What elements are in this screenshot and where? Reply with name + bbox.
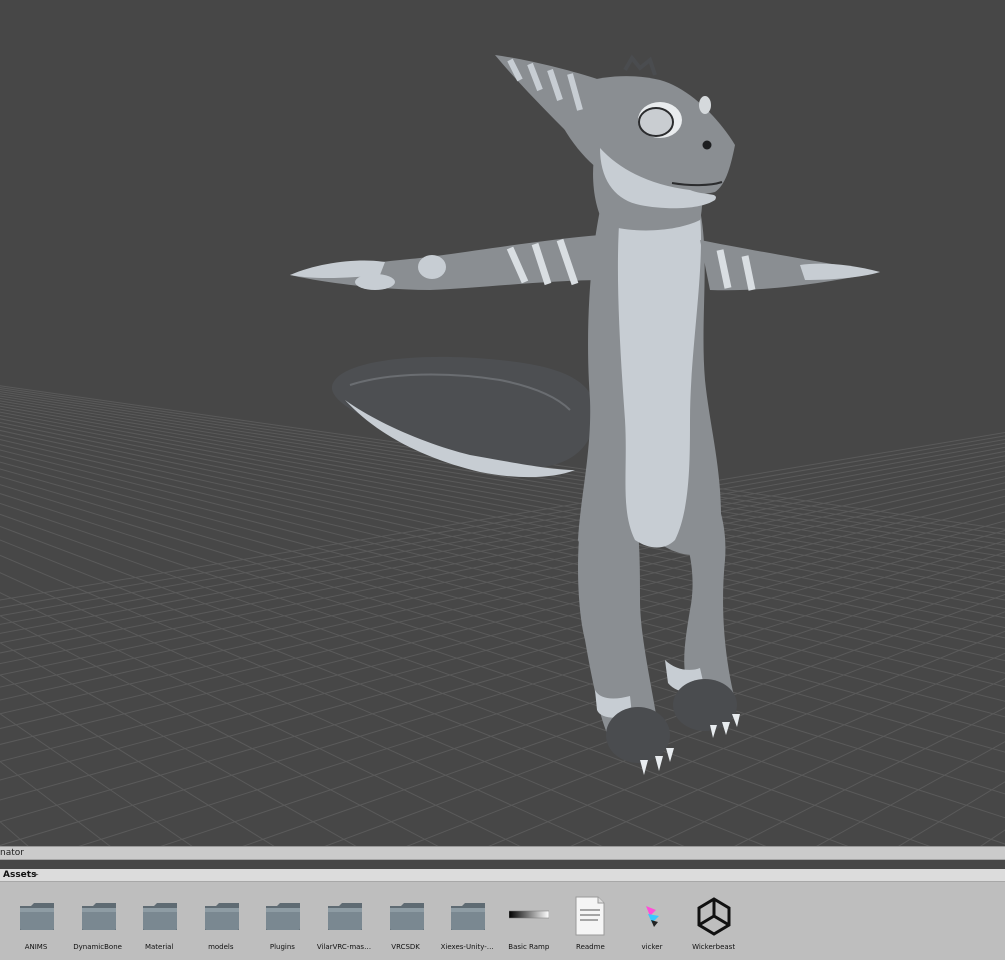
asset-label: Wickerbeast [692, 943, 736, 951]
asset-label: vicker [641, 943, 663, 951]
asset-label: Xiexes-Unity-… [440, 943, 494, 951]
asset-item[interactable]: vicker [621, 882, 683, 960]
animator-tab[interactable]: nator [0, 846, 1005, 860]
gradient-texture-icon [508, 896, 550, 936]
asset-item[interactable]: models [190, 882, 252, 960]
image-texture-icon [632, 896, 672, 936]
asset-label: ANIMS [24, 943, 48, 951]
folder-icon [139, 896, 179, 936]
asset-item[interactable]: ANIMS [5, 882, 67, 960]
asset-item[interactable]: VilarVRC-mas… [313, 882, 375, 960]
folder-icon [201, 896, 241, 936]
asset-item[interactable]: Plugins [251, 882, 313, 960]
asset-label: Readme [576, 943, 605, 951]
asset-label: DynamicBone [73, 943, 122, 951]
asset-item[interactable]: DynamicBone [67, 882, 129, 960]
asset-item[interactable]: VRCSDK [375, 882, 437, 960]
asset-label: VRCSDK [391, 943, 420, 951]
asset-label: Plugins [269, 943, 295, 951]
asset-item[interactable]: Material [128, 882, 190, 960]
asset-label: Material [144, 943, 174, 951]
folder-icon [386, 896, 426, 936]
asset-item[interactable]: Readme [559, 882, 621, 960]
folder-icon [16, 896, 56, 936]
asset-item[interactable]: Xiexes-Unity-… [436, 882, 498, 960]
animator-tab-label: nator [0, 848, 24, 858]
asset-item[interactable]: Wickerbeast [683, 882, 745, 960]
folder-icon [262, 896, 302, 936]
text-document-icon [570, 896, 610, 936]
breadcrumb-arrow-icon: ► [34, 871, 39, 878]
unity-scene-icon [694, 896, 734, 936]
asset-label: models [208, 943, 234, 951]
scene-view[interactable] [0, 0, 1005, 846]
scene-canvas[interactable] [0, 0, 1005, 846]
asset-label: Basic Ramp [508, 943, 550, 951]
breadcrumb-assets[interactable]: Assets [3, 869, 36, 881]
breadcrumb: Assets ► [0, 869, 1005, 882]
asset-item[interactable]: Basic Ramp [498, 882, 560, 960]
folder-icon [324, 896, 364, 936]
folder-icon [447, 896, 487, 936]
asset-grid: ANIMS DynamicBone Material models Plugins Vil… [0, 882, 1005, 960]
asset-label: VilarVRC-mas… [316, 943, 372, 951]
folder-icon [78, 896, 118, 936]
